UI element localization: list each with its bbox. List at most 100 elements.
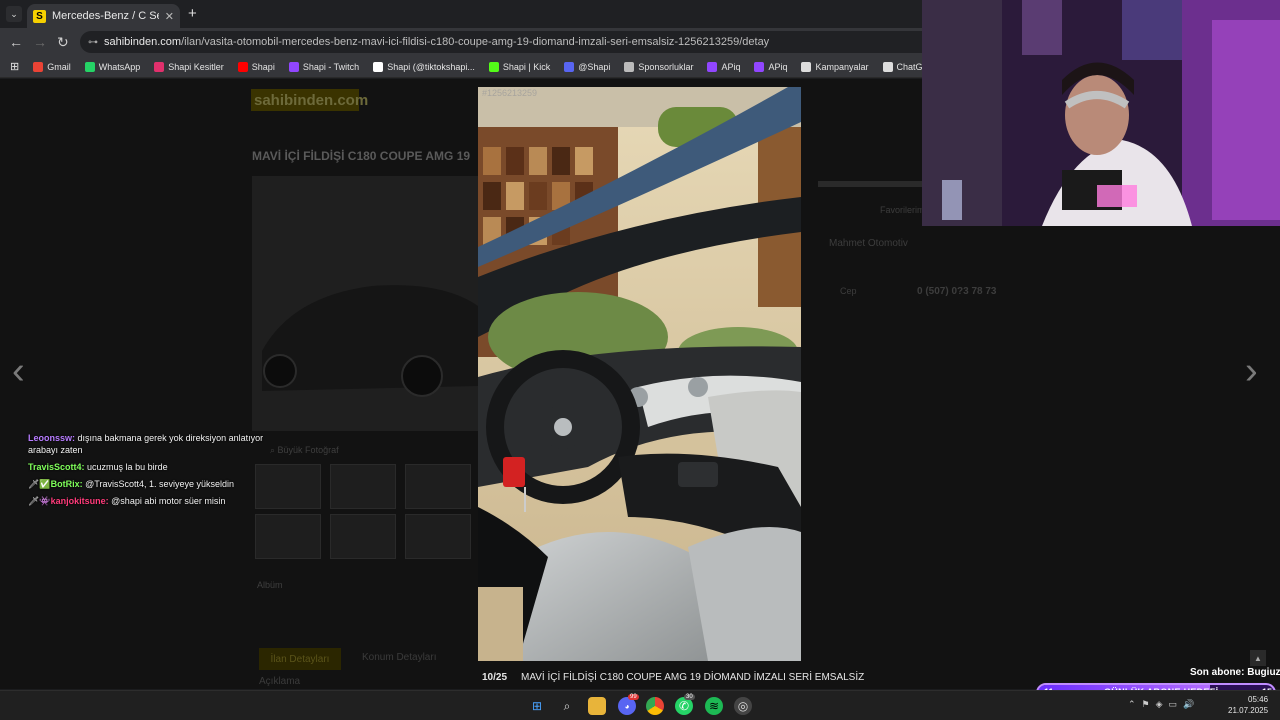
next-photo-chevron-right-icon[interactable]: › xyxy=(1245,350,1258,393)
bookmark-label: Shapi - Twitch xyxy=(302,61,360,72)
reload-icon[interactable]: ↻ xyxy=(57,34,69,51)
bookmark-favicon-icon xyxy=(882,61,893,72)
bookmark-item[interactable]: WhatsApp xyxy=(84,61,141,72)
bookmark-favicon-icon xyxy=(373,61,384,72)
bookmark-label: Shapi xyxy=(251,61,275,72)
bookmark-item[interactable]: Kampanyalar xyxy=(801,61,869,72)
photo-thumbnail[interactable] xyxy=(405,464,471,509)
bookmark-favicon-icon xyxy=(754,61,765,72)
photo-thumbnail[interactable] xyxy=(330,514,396,559)
whatsapp-badge: 30 xyxy=(684,694,695,700)
site-logo[interactable]: sahibinden.com xyxy=(251,89,368,111)
site-info-icon[interactable]: ⊶ xyxy=(88,37,98,48)
tab-location-details[interactable]: Konum Detayları xyxy=(362,652,436,663)
bookmark-favicon-icon xyxy=(801,61,812,72)
chat-text: @shapi abi motor süer misin xyxy=(111,496,226,506)
bookmark-favicon-icon xyxy=(564,61,575,72)
photo-thumbnail[interactable] xyxy=(330,464,396,509)
bookmark-favicon-icon xyxy=(288,61,299,72)
chrome-icon[interactable] xyxy=(646,697,664,715)
chat-username[interactable]: TravisScott4: xyxy=(28,462,85,472)
photo-caption: MAVİ İÇİ FİLDİŞİ C180 COUPE AMG 19 DİOMA… xyxy=(521,672,865,683)
bookmark-favicon-icon xyxy=(33,61,44,72)
bookmark-label: Kampanyalar xyxy=(815,61,869,72)
chat-username[interactable]: Leoonssw: xyxy=(28,433,75,443)
bookmark-item[interactable]: Shapi Kesitler xyxy=(154,61,224,72)
site-favicon-icon: S xyxy=(33,9,46,23)
chat-text: @TravisScott4, 1. seviyeye yükseldin xyxy=(85,479,235,489)
discord-badge: 99 xyxy=(628,694,639,700)
listing-id: #1256213259 xyxy=(482,88,538,98)
chat-message: 🗡👾kanjokitsune: @shapi abi motor süer mi… xyxy=(28,495,268,507)
chat-badge-icon: 🗡👾 xyxy=(28,496,51,506)
listing-title: MAVİ İÇİ FİLDİŞİ C180 COUPE AMG 19 xyxy=(252,149,471,163)
previous-photo-chevron-left-icon[interactable]: ‹ xyxy=(12,350,25,393)
seller-panel-divider xyxy=(818,181,926,187)
chat-badge-icon: 🗡✅ xyxy=(28,479,51,489)
bookmark-label: APiq xyxy=(768,61,788,72)
scroll-up-icon[interactable]: ▲ xyxy=(1250,650,1266,666)
photo-thumbnail[interactable] xyxy=(255,514,321,559)
seller-name[interactable]: Mahmet Otomotiv xyxy=(829,238,908,249)
bookmark-label: Shapi Kesitler xyxy=(168,61,224,72)
address-bar[interactable]: ⊶ sahibinden.com/ilan/vasita-otomobil-me… xyxy=(80,31,940,53)
bookmark-label: Shapi | Kick xyxy=(502,61,551,72)
chat-username[interactable]: kanjokitsune: xyxy=(51,496,109,506)
chat-message: TravisScott4: ucuzmuş la bu birde xyxy=(28,461,268,473)
bookmark-item[interactable]: Shapi (@tiktokshapi... xyxy=(373,61,475,72)
bookmark-item[interactable]: Shapi | Kick xyxy=(488,61,551,72)
main-listing-photo[interactable] xyxy=(252,176,478,431)
forward-icon[interactable]: → xyxy=(33,34,47,50)
big-photo-button[interactable]: ⌕ Büyük Fotoğraf xyxy=(270,445,339,456)
bookmark-favicon-icon xyxy=(237,61,248,72)
clock-time: 05:46 xyxy=(1248,695,1269,704)
lightbox-photo[interactable] xyxy=(478,87,801,661)
tab-search-chevron-icon[interactable]: ⌄ xyxy=(6,6,22,22)
search-icon[interactable]: ⌕ xyxy=(558,697,576,715)
bookmark-item[interactable]: APiq xyxy=(754,61,788,72)
bookmark-item[interactable]: Sponsorluklar xyxy=(624,61,694,72)
spotify-icon[interactable]: ≋ xyxy=(705,697,723,715)
start-windows-icon[interactable]: ⊞ xyxy=(528,697,546,715)
thumbnail-grid xyxy=(255,464,475,559)
chat-username[interactable]: BotRix: xyxy=(51,479,83,489)
apps-grid-icon[interactable]: ⊞ xyxy=(10,60,19,73)
bookmark-favicon-icon xyxy=(624,61,635,72)
browser-tab[interactable]: S Mercedes-Benz / C Serisi / C 18 ✕ xyxy=(27,4,180,28)
chat-message: 🗡✅BotRix: @TravisScott4, 1. seviyeye yük… xyxy=(28,478,268,490)
bookmark-item[interactable]: @Shapi xyxy=(564,61,611,72)
phone-label: Cep xyxy=(840,286,857,296)
back-icon[interactable]: ← xyxy=(9,34,23,50)
app-icon[interactable]: ◎ xyxy=(734,697,752,715)
tab-title: Mercedes-Benz / C Serisi / C 18 xyxy=(52,10,159,22)
last-subscriber: Son abone: Bugiuz6 xyxy=(1190,667,1280,678)
photo-counter: 10/25 xyxy=(482,672,508,683)
bookmark-label: Sponsorluklar xyxy=(638,61,694,72)
url-text: sahibinden.com/ilan/vasita-otomobil-merc… xyxy=(104,36,770,48)
new-tab-icon[interactable]: + xyxy=(188,5,197,22)
bookmark-item[interactable]: Shapi - Twitch xyxy=(288,61,360,72)
photo-thumbnail[interactable] xyxy=(405,514,471,559)
bookmark-label: Gmail xyxy=(47,61,71,72)
bookmark-label: @Shapi xyxy=(578,61,611,72)
close-tab-icon[interactable]: ✕ xyxy=(165,10,174,23)
tab-listing-details[interactable]: İlan Detayları xyxy=(259,648,341,670)
bookmark-item[interactable]: Gmail xyxy=(33,61,71,72)
bookmark-label: Shapi (@tiktokshapi... xyxy=(387,61,475,72)
seller-phone: 0 (507) 0?3 78 73 xyxy=(917,286,997,297)
bookmark-favicon-icon xyxy=(488,61,499,72)
taskbar-clock[interactable]: 05:46 21.07.2025 xyxy=(1228,694,1268,716)
description-heading: Açıklama xyxy=(259,676,301,687)
system-tray-icons[interactable]: ⌃⚑◈▭🔊 xyxy=(1128,699,1200,710)
clock-date: 21.07.2025 xyxy=(1228,706,1269,715)
bookmark-label: APiq xyxy=(721,61,741,72)
bookmark-item[interactable]: APiq xyxy=(707,61,741,72)
chat-message: Leoonssw: dışına bakmana gerek yok direk… xyxy=(28,432,268,456)
bookmark-favicon-icon xyxy=(84,61,95,72)
bookmark-item[interactable]: Shapi xyxy=(237,61,275,72)
bookmark-favicon-icon xyxy=(154,61,165,72)
webcam-feed xyxy=(922,0,1280,226)
file-explorer-icon[interactable] xyxy=(588,697,606,715)
bookmark-label: WhatsApp xyxy=(98,61,141,72)
album-label: Albüm xyxy=(257,580,283,590)
